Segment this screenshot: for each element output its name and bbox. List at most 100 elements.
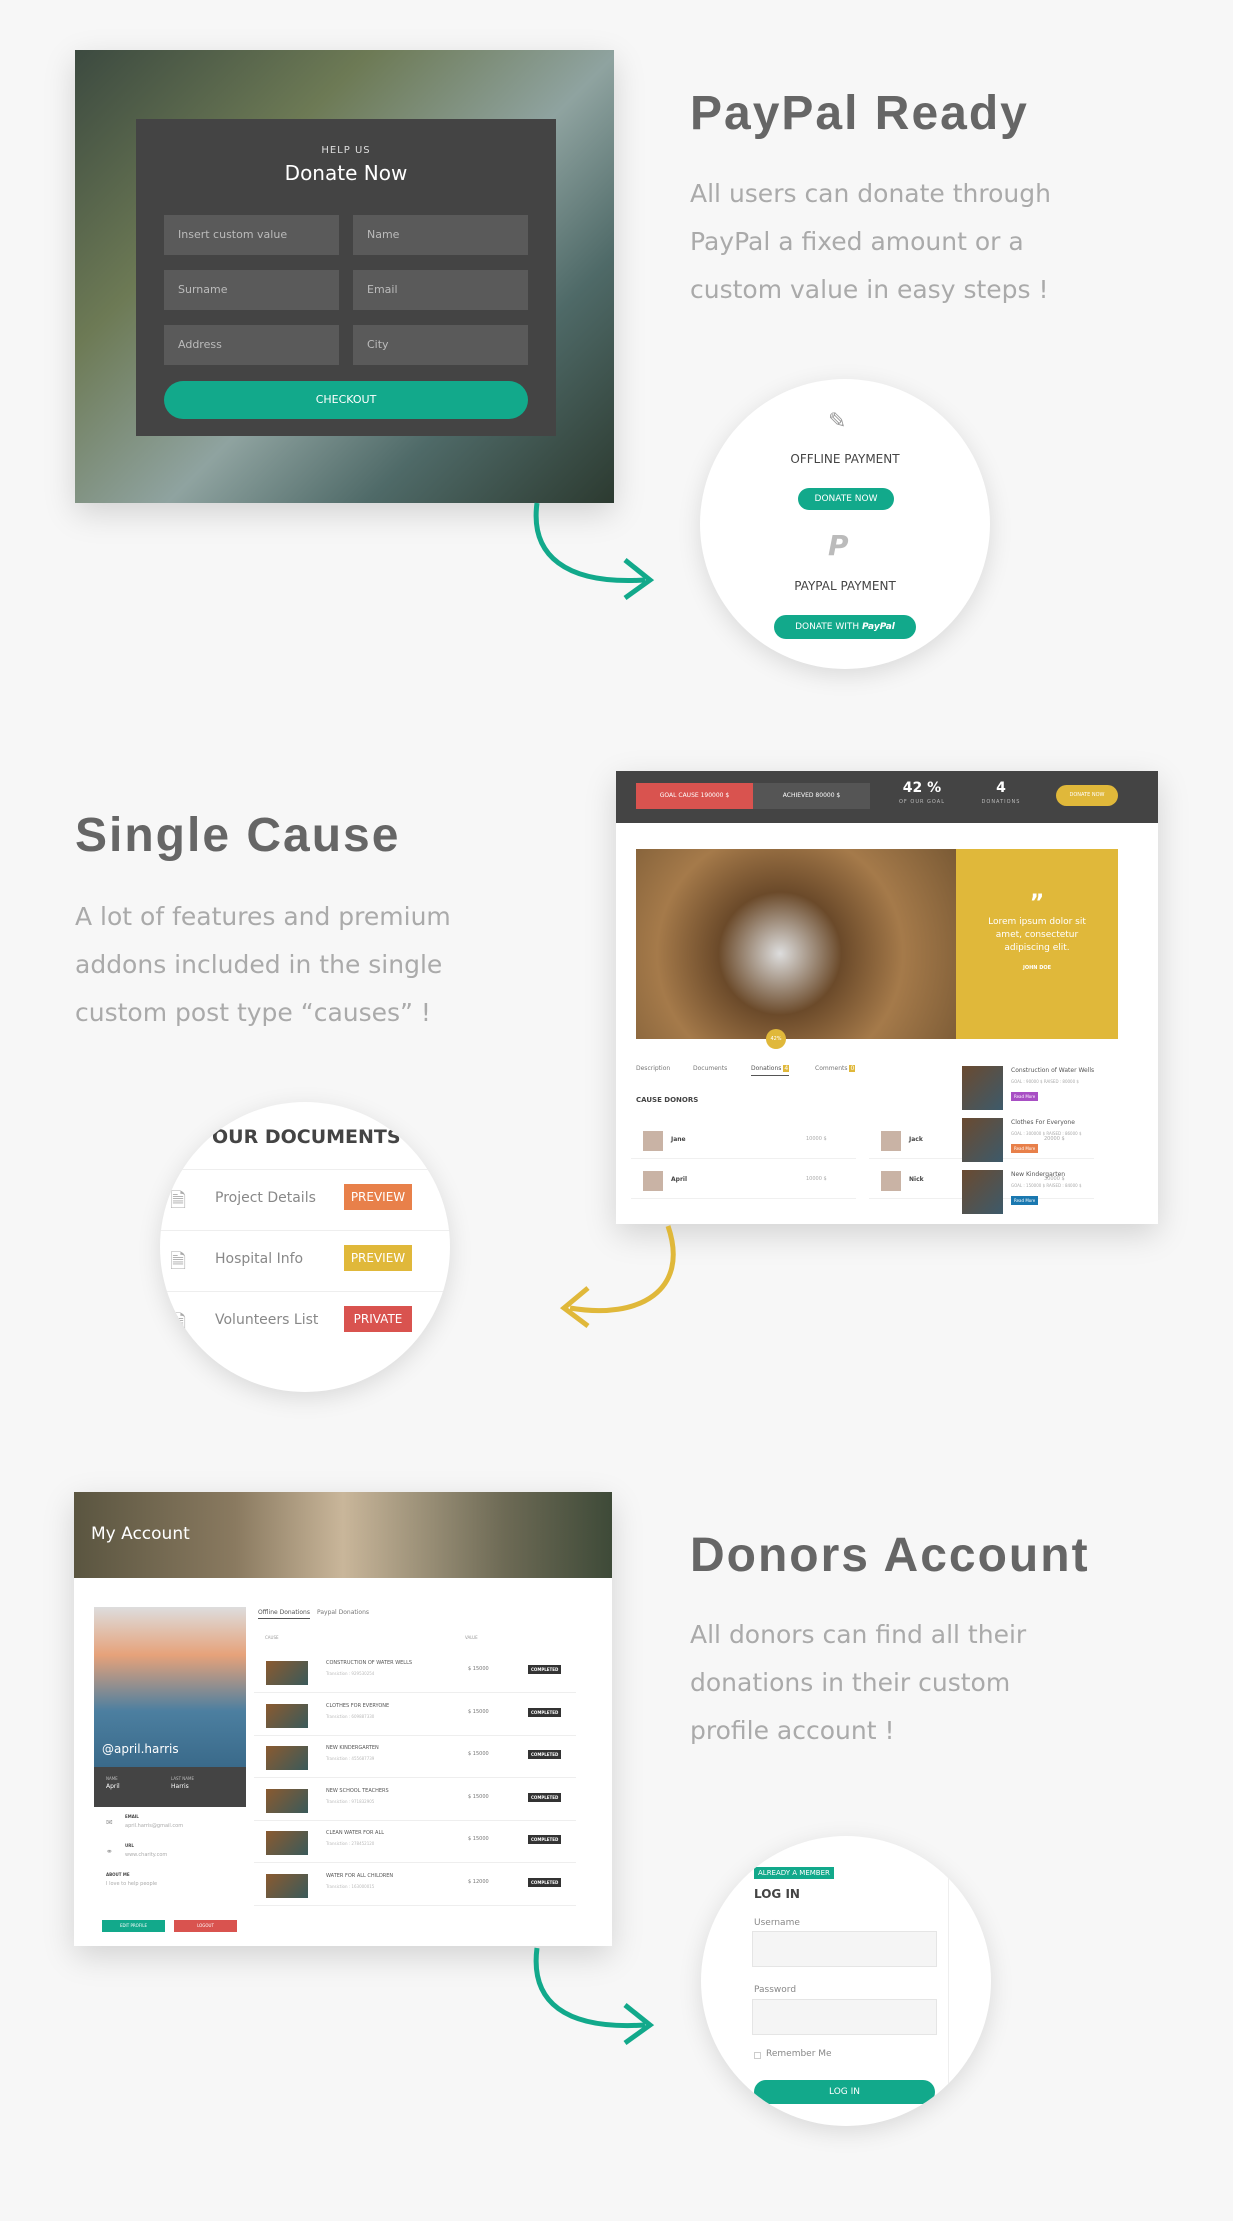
donation-transaction: Transiction : 163000015 xyxy=(326,1883,375,1889)
about-label: ABOUT ME xyxy=(106,1872,130,1877)
quote-author: JOHN DOE xyxy=(1022,965,1052,971)
donate-now-button[interactable]: DONATE NOW xyxy=(798,488,894,510)
related-cause-title: Clothes For Everyone xyxy=(1011,1119,1075,1126)
document-row: 🗎 Project Details PREVIEW xyxy=(160,1169,450,1230)
username-input[interactable] xyxy=(752,1931,937,1967)
custom-value-input[interactable]: Insert custom value xyxy=(164,215,339,255)
edit-profile-button[interactable]: EDIT PROFILE xyxy=(102,1920,165,1932)
status-badge: COMPLETED xyxy=(528,1665,562,1674)
document-label: Project Details xyxy=(215,1190,316,1206)
name-label: NAME xyxy=(106,1776,118,1781)
donation-value: $ 15000 xyxy=(468,1751,489,1757)
form-eyebrow: HELP US xyxy=(321,145,371,156)
donation-thumb xyxy=(266,1703,308,1728)
account-description: All donors can find all their donations i… xyxy=(690,1611,1110,1755)
related-cause-item[interactable]: Construction of Water Wells GOAL : 90000… xyxy=(962,1066,1122,1110)
donation-row: NEW SCHOOL TEACHERS Transiction : 971832… xyxy=(254,1781,576,1821)
donation-cause: CLEAN WATER FOR ALL xyxy=(326,1830,385,1836)
donate-with-paypal-button[interactable]: DONATE WITH PayPal xyxy=(774,615,916,639)
tab-offline-donations[interactable]: Offline Donations xyxy=(258,1609,310,1619)
status-badge: COMPLETED xyxy=(528,1750,562,1759)
donation-cause: NEW KINDERGARTEN xyxy=(326,1745,379,1751)
surname-input[interactable]: Surname xyxy=(164,270,339,310)
password-label: Password xyxy=(754,1985,797,1995)
tab-paypal-donations[interactable]: Paypal Donations xyxy=(317,1609,369,1616)
url-value[interactable]: www.charity.com xyxy=(125,1852,167,1858)
paypal-brand: PayPal xyxy=(862,622,895,632)
pdf-icon: 🗎 xyxy=(170,1188,187,1212)
read-more-button[interactable]: Read More xyxy=(1011,1092,1039,1101)
login-circle: ALREADY A MEMBER LOG IN Username Passwor… xyxy=(701,1836,991,2126)
email-input[interactable]: Email xyxy=(353,270,528,310)
document-preview-button[interactable]: PREVIEW xyxy=(344,1245,412,1271)
donation-value: $ 15000 xyxy=(468,1666,489,1672)
arrow-icon xyxy=(533,1947,655,2046)
quote-icon: ” xyxy=(1029,891,1045,916)
email-value[interactable]: april.harris@gmail.com xyxy=(125,1823,183,1829)
last-name-label: LAST NAME xyxy=(171,1776,195,1781)
account-title: My Account xyxy=(91,1524,190,1544)
label: Donations xyxy=(751,1065,782,1072)
tab-comments[interactable]: Comments 0 xyxy=(815,1065,856,1072)
col-cause: CAUSE xyxy=(265,1635,279,1640)
related-cause-item[interactable]: Clothes For Everyone GOAL : 300000 $ RAI… xyxy=(962,1118,1122,1162)
tab-donations[interactable]: Donations 4 xyxy=(751,1065,790,1076)
profile-name-bar: NAME April LAST NAME Harris xyxy=(94,1767,246,1807)
city-input[interactable]: City xyxy=(353,325,528,365)
pdf-icon: 🗎 xyxy=(170,1249,187,1273)
donation-cause: NEW SCHOOL TEACHERS xyxy=(326,1787,389,1794)
goal-cell: GOAL CAUSE 190000 $ xyxy=(636,783,753,809)
related-cause-meta: GOAL : 150000 $ RAISED : 84000 $ xyxy=(1011,1183,1082,1188)
tab-documents[interactable]: Documents xyxy=(693,1065,727,1072)
donor-row: Jane 10000 $ xyxy=(631,1129,856,1159)
donation-transaction: Transiction : 929530254 xyxy=(326,1671,375,1676)
donation-row: NEW KINDERGARTEN Transiction : 455687739… xyxy=(254,1738,576,1778)
donation-transaction: Transiction : 278452120 xyxy=(326,1841,375,1846)
donation-transaction: Transiction : 609887330 xyxy=(326,1713,375,1719)
donor-avatar xyxy=(881,1171,901,1191)
name-input[interactable]: Name xyxy=(353,215,528,255)
donate-form-screenshot: HELP US Donate Now Insert custom value N… xyxy=(75,50,614,503)
count-badge: 4 xyxy=(783,1065,790,1072)
document-label: Hospital Info xyxy=(215,1251,304,1267)
line: All users can donate through xyxy=(690,179,1051,208)
logout-button[interactable]: LOGOUT xyxy=(174,1920,237,1932)
login-button[interactable]: LOG IN xyxy=(754,2080,935,2104)
password-input[interactable] xyxy=(752,1999,937,2035)
related-cause-thumb xyxy=(962,1066,1003,1110)
paypal-title: PayPal Ready xyxy=(690,87,1029,140)
read-more-button[interactable]: Read More xyxy=(1011,1144,1039,1153)
label: Comments xyxy=(815,1065,848,1072)
donations-label: DONATIONS xyxy=(981,799,1021,805)
address-input[interactable]: Address xyxy=(164,325,339,365)
link-icon: ⚭ xyxy=(106,1847,113,1856)
document-label: Volunteers List xyxy=(215,1312,319,1328)
donor-name: Nick xyxy=(909,1176,924,1183)
remember-checkbox[interactable] xyxy=(754,2052,761,2059)
document-row: 🗎 Hospital Info PREVIEW xyxy=(160,1230,450,1291)
donor-amount: 10000 $ xyxy=(806,1136,827,1142)
paypal-description: All users can donate through PayPal a fix… xyxy=(690,170,1110,314)
username-label: Username xyxy=(754,1918,800,1928)
checkout-button[interactable]: CHECKOUT xyxy=(164,381,528,419)
donation-thumb xyxy=(266,1831,308,1855)
related-cause-thumb xyxy=(962,1118,1003,1162)
col-value: VALUE xyxy=(465,1635,478,1640)
donation-thumb xyxy=(266,1746,308,1770)
related-cause-item[interactable]: New Kindergarten GOAL : 150000 $ RAISED … xyxy=(962,1170,1122,1214)
cause-description: A lot of features and premium addons incl… xyxy=(75,893,495,1037)
tab-description[interactable]: Description xyxy=(636,1065,670,1072)
document-private-button[interactable]: PRIVATE xyxy=(344,1306,412,1332)
form-title: Donate Now xyxy=(284,161,408,185)
donor-name: Jane xyxy=(671,1136,686,1143)
line: donations in their custom xyxy=(690,1668,1011,1697)
line: A lot of features and premium xyxy=(75,902,451,931)
read-more-button[interactable]: Read More xyxy=(1011,1196,1039,1205)
related-cause-meta: GOAL : 300000 $ RAISED : 86000 $ xyxy=(1011,1131,1082,1136)
status-badge: COMPLETED xyxy=(528,1792,562,1802)
related-cause-thumb xyxy=(962,1170,1003,1214)
payment-options-circle: ✎ OFFLINE PAYMENT DONATE NOW P PAYPAL PA… xyxy=(700,379,990,669)
donate-now-button[interactable]: DONATE NOW xyxy=(1056,785,1118,806)
line: All donors can find all their xyxy=(690,1620,1027,1649)
document-preview-button[interactable]: PREVIEW xyxy=(344,1184,412,1210)
